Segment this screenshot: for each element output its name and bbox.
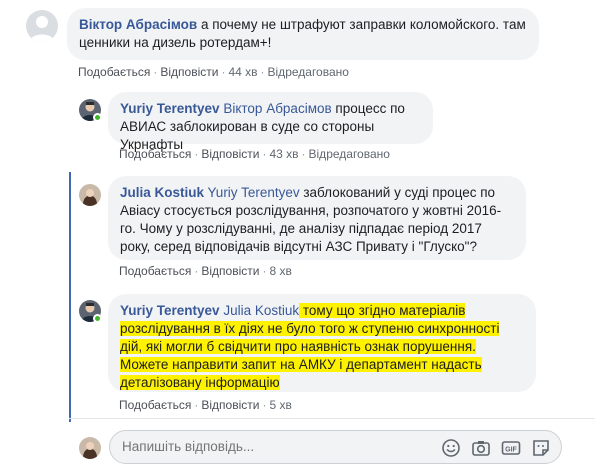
comment-author[interactable]: Julia Kostiuk: [120, 185, 204, 200]
like-link[interactable]: Подобається: [119, 147, 191, 161]
divider: [69, 418, 595, 419]
comment-author[interactable]: Yuriy Terentyev: [120, 303, 220, 318]
timestamp[interactable]: 44 хв: [228, 65, 257, 79]
timestamp[interactable]: 43 хв: [269, 147, 298, 161]
comment-author[interactable]: Віктор Абрасімов: [79, 17, 197, 32]
reply-link[interactable]: Відповісти: [201, 147, 259, 161]
comment-actions-3: Подобається · Відповісти · 8 хв: [119, 264, 292, 278]
comment-text-highlighted: деталізовану інформацію: [120, 375, 280, 390]
thread-line: [69, 172, 71, 422]
edited-label[interactable]: Відредаговано: [268, 65, 349, 79]
timestamp[interactable]: 8 хв: [269, 264, 291, 278]
sticker-icon[interactable]: [531, 438, 551, 458]
avatar-julia[interactable]: [79, 184, 101, 206]
reply-link[interactable]: Відповісти: [201, 264, 259, 278]
reply-input[interactable]: [122, 439, 422, 454]
online-status-dot: [93, 113, 102, 122]
like-link[interactable]: Подобається: [78, 65, 150, 79]
comment-bubble-4: Yuriy Terentyev Julia Kostiuk тому що зг…: [108, 294, 536, 392]
comment-actions-4: Подобається · Відповісти · 5 хв: [119, 398, 292, 412]
comment-text-highlighted: розслідування в їх діях не було того ж с…: [120, 321, 500, 336]
like-link[interactable]: Подобається: [119, 264, 191, 278]
comment-bubble-3: Julia Kostiuk Yuriy Terentyev заблокован…: [108, 176, 526, 260]
gif-icon[interactable]: GIF: [501, 438, 521, 458]
comment-author[interactable]: Yuriy Terentyev: [120, 101, 220, 116]
comment-bubble-1: Віктор Абрасімов а почему не штрафуют за…: [67, 8, 539, 60]
mention-link[interactable]: Julia Kostiuk: [223, 303, 299, 318]
avatar-current-user: [79, 437, 101, 459]
online-status-dot: [93, 314, 102, 323]
comment-actions-1: Подобається · Відповісти · 44 хв · Відредагова…: [78, 65, 349, 79]
edited-label[interactable]: Відредаговано: [309, 147, 390, 161]
comment-bubble-2: Yuriy Terentyev Віктор Абрасімов процесс…: [108, 92, 433, 152]
mention-link[interactable]: Yuriy Terentyev: [208, 185, 300, 200]
camera-icon[interactable]: [471, 438, 491, 458]
mention-link[interactable]: Віктор Абрасімов: [223, 101, 331, 116]
comment-text-highlighted: дій, які могли б свідчити про наявність …: [120, 339, 476, 354]
avatar-viktor[interactable]: [26, 10, 58, 42]
timestamp[interactable]: 5 хв: [269, 398, 291, 412]
comment-text-highlighted: Можете направити запит на АМКУ і департа…: [120, 357, 482, 372]
emoji-icon[interactable]: [441, 438, 461, 458]
reply-link[interactable]: Відповісти: [160, 65, 218, 79]
reply-link[interactable]: Відповісти: [201, 398, 259, 412]
composer-icons: GIF: [441, 438, 551, 458]
comment-actions-2: Подобається · Відповісти · 43 хв · Відредагова…: [119, 147, 390, 161]
svg-text:GIF: GIF: [505, 446, 517, 453]
comment-text-highlighted: тому що згідно матеріалів: [299, 303, 466, 318]
like-link[interactable]: Подобається: [119, 398, 191, 412]
reply-composer[interactable]: GIF: [109, 430, 562, 464]
